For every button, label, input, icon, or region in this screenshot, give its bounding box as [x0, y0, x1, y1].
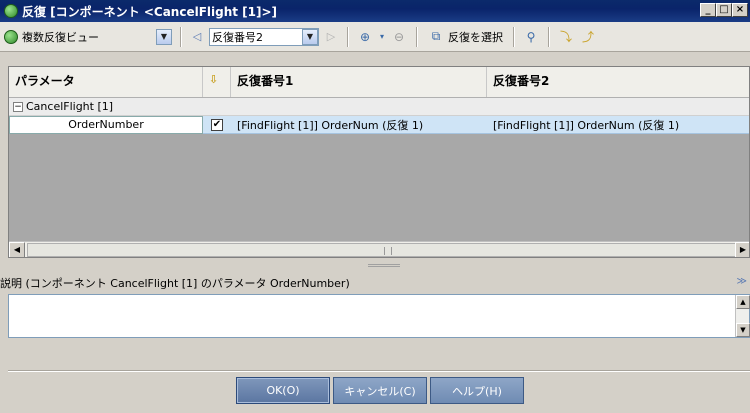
ok-button[interactable]: OK(O) [236, 377, 330, 404]
remove-iteration-icon[interactable]: ⊖ [390, 28, 408, 46]
select-iterations-label: 反復を選択 [448, 30, 503, 44]
parameter-grid: パラメータ ⇩ 反復番号1 反復番号2 − CancelFlight [1] O… [8, 66, 750, 258]
maximize-icon[interactable]: □ [716, 3, 732, 17]
toolbar-separator [416, 26, 417, 47]
next-iteration-icon[interactable]: ▷ [323, 30, 339, 43]
collapse-group-icon[interactable]: − [13, 101, 23, 112]
select-iterations-button[interactable]: ⧉ 反復を選択 [425, 27, 505, 47]
minimize-icon[interactable]: _ [700, 3, 716, 17]
scrollbar-grip [384, 247, 392, 255]
description-field[interactable]: ▲ ▼ [8, 294, 750, 338]
previous-iteration-icon[interactable]: ◁ [189, 30, 205, 43]
column-header-iteration-1[interactable]: 反復番号1 [231, 67, 487, 97]
column-header-parameter[interactable]: パラメータ [9, 67, 203, 97]
group-label: CancelFlight [1] [26, 100, 114, 113]
toolbar-separator [180, 26, 181, 47]
title-bar: 反復 [コンポーネント <CancelFlight [1]>] _ □ × [0, 0, 750, 22]
scrollbar-thumb[interactable] [27, 243, 737, 257]
view-label: 複数反復ビュー [22, 30, 99, 44]
iteration-select-value: 反復番号2 [212, 30, 263, 44]
scroll-up-icon[interactable]: ▲ [736, 295, 750, 309]
scroll-left-icon[interactable]: ◀ [9, 241, 25, 257]
view-icon [4, 29, 18, 44]
table-row[interactable]: OrderNumber ✔ [FindFlight [1]] OrderNum … [9, 115, 749, 134]
horizontal-scrollbar[interactable]: ◀ ▶ [9, 241, 749, 257]
add-iteration-icon[interactable]: ⊕ [356, 28, 374, 46]
toolbar: 複数反復ビュー ▼ ◁ 反復番号2 ▼ ▷ ⊕ ▾ ⊖ ⧉ 反復を選択 ⚲ ⤵ … [0, 22, 750, 52]
dialog-buttons: OK(O) キャンセル(C) ヘルプ(H) [236, 377, 524, 404]
checkbox-cell[interactable]: ✔ [203, 116, 231, 134]
group-row[interactable]: − CancelFlight [1] [9, 98, 749, 116]
pane-splitter[interactable] [368, 264, 400, 267]
cancel-button[interactable]: キャンセル(C) [333, 377, 427, 404]
iteration-1-cell[interactable]: [FindFlight [1]] OrderNum (反復 1) [231, 116, 487, 134]
window-controls: _ □ × [700, 3, 748, 17]
app-icon [4, 4, 18, 18]
add-iteration-dropdown-icon[interactable]: ▾ [378, 28, 386, 46]
toolbar-separator [347, 26, 348, 47]
help-button[interactable]: ヘルプ(H) [430, 377, 524, 404]
toolbar-separator [513, 26, 514, 47]
footer-divider [8, 370, 750, 371]
window-border [0, 52, 8, 413]
sort-icon: ⇩ [209, 73, 219, 86]
close-icon[interactable]: × [732, 3, 748, 17]
iteration-2-cell[interactable]: [FindFlight [1]] OrderNum (反復 1) [487, 116, 747, 134]
scroll-down-icon[interactable]: ▼ [736, 323, 750, 337]
window-title: 反復 [コンポーネント <CancelFlight [1]>] [22, 4, 278, 19]
description-label: 説明 (コンポーネント CancelFlight [1] のパラメータ Orde… [0, 277, 350, 290]
description-scrollbar[interactable]: ▲ ▼ [735, 295, 750, 337]
view-selector[interactable]: 複数反復ビュー [4, 27, 152, 47]
column-header-checkbox[interactable]: ⇩ [203, 67, 231, 97]
iteration-select[interactable]: 反復番号2 ▼ [209, 27, 319, 46]
iteration-dropdown-button[interactable]: ▼ [302, 28, 318, 45]
collapse-all-icon[interactable]: ⤵ [557, 28, 575, 46]
scroll-right-icon[interactable]: ▶ [735, 241, 749, 257]
view-dropdown-button[interactable]: ▼ [156, 28, 172, 45]
expand-all-icon[interactable]: ⤴ [579, 28, 597, 46]
select-iterations-icon: ⧉ [431, 29, 441, 43]
row-checkbox[interactable]: ✔ [211, 118, 223, 131]
parameter-cell[interactable]: OrderNumber [9, 115, 203, 134]
column-header-iteration-2[interactable]: 反復番号2 [487, 67, 749, 97]
grid-header: パラメータ ⇩ 反復番号1 反復番号2 [9, 67, 749, 98]
collapse-description-icon[interactable]: ≫ [737, 276, 747, 287]
search-icon[interactable]: ⚲ [522, 28, 540, 46]
toolbar-separator [548, 26, 549, 47]
